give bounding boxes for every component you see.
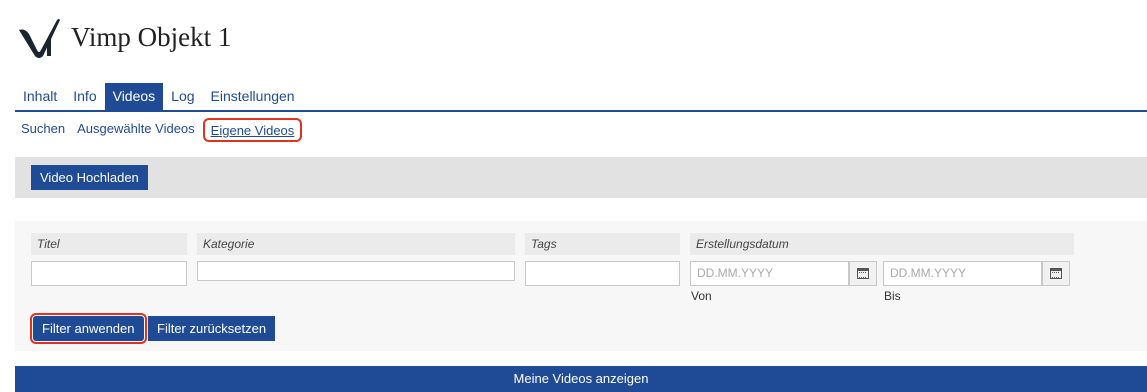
category-input[interactable]	[197, 261, 515, 281]
date-to-calendar-button[interactable]	[1042, 261, 1070, 286]
toolbar: Video Hochladen	[15, 157, 1147, 198]
date-filter-label: Erstellungsdatum	[690, 233, 1074, 255]
tab-einstellungen[interactable]: Einstellungen	[203, 83, 303, 110]
vimp-logo-icon	[19, 19, 60, 58]
date-to-caption: Bis	[884, 289, 901, 303]
tab-info[interactable]: Info	[65, 83, 104, 110]
tab-log[interactable]: Log	[163, 83, 202, 110]
upload-video-button[interactable]: Video Hochladen	[31, 165, 148, 190]
filter-panel: Titel Kategorie Tags Erstellungsdatum DD…	[15, 221, 1147, 351]
page-title: Vimp Objekt 1	[71, 21, 232, 52]
reset-filter-button[interactable]: Filter zurücksetzen	[148, 316, 276, 341]
tags-input[interactable]	[525, 261, 680, 286]
category-filter-label: Kategorie	[197, 233, 515, 255]
subtab-eigene-videos[interactable]: Eigene Videos	[202, 118, 303, 142]
apply-filter-button[interactable]: Filter anwenden	[30, 313, 147, 344]
date-from-caption: Von	[691, 289, 712, 303]
date-from-input[interactable]: DD.MM.YYYY	[690, 261, 849, 286]
date-from-calendar-button[interactable]	[849, 261, 877, 286]
date-to-input[interactable]: DD.MM.YYYY	[883, 261, 1042, 286]
subtab-ausgewaehlte-videos[interactable]: Ausgewählte Videos	[71, 118, 201, 142]
calendar-icon	[1050, 268, 1062, 279]
sub-tabs: Suchen Ausgewählte Videos Eigene Videos	[15, 118, 303, 142]
main-tabs: Inhalt Info Videos Log Einstellungen	[15, 83, 1147, 112]
page-header: Vimp Objekt 1	[17, 14, 231, 60]
show-my-videos-button[interactable]: Meine Videos anzeigen	[15, 366, 1147, 392]
tags-filter-label: Tags	[525, 233, 680, 255]
tab-videos[interactable]: Videos	[104, 83, 164, 110]
title-filter-label: Titel	[31, 233, 187, 255]
calendar-icon	[857, 268, 869, 279]
tab-inhalt[interactable]: Inhalt	[15, 83, 65, 110]
subtab-suchen[interactable]: Suchen	[15, 118, 71, 142]
title-input[interactable]	[31, 261, 187, 286]
